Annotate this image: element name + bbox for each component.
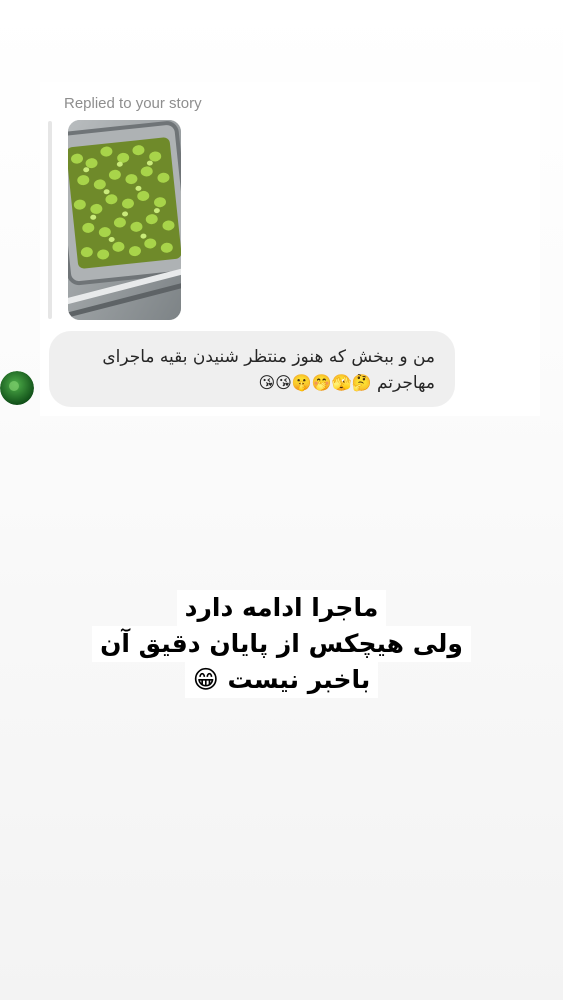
sender-avatar[interactable] [0, 371, 34, 405]
caption-line-1: ماجرا ادامه دارد [176, 590, 387, 626]
avatar-image [0, 371, 34, 405]
reply-indicator-bar [48, 121, 52, 319]
message-emojis: 🤔🫣🤭🤫😘😘 [258, 373, 372, 392]
message-text: من و ببخش که هنوز منتظر شنیدن بقیه ماجرا… [60, 344, 435, 396]
story-image [68, 120, 181, 320]
message-bubble[interactable]: من و ببخش که هنوز منتظر شنیدن بقیه ماجرا… [49, 331, 455, 407]
caption-line-3: باخبر نیست 😁 [184, 662, 379, 698]
story-thumbnail[interactable] [68, 120, 181, 320]
replied-to-story-label: Replied to your story [64, 95, 202, 112]
caption-line-2: ولی هیچکس از پایان دقیق آن [92, 626, 471, 662]
story-caption: ماجرا ادامه دارد ولی هیچکس از پایان دقیق… [0, 590, 563, 698]
